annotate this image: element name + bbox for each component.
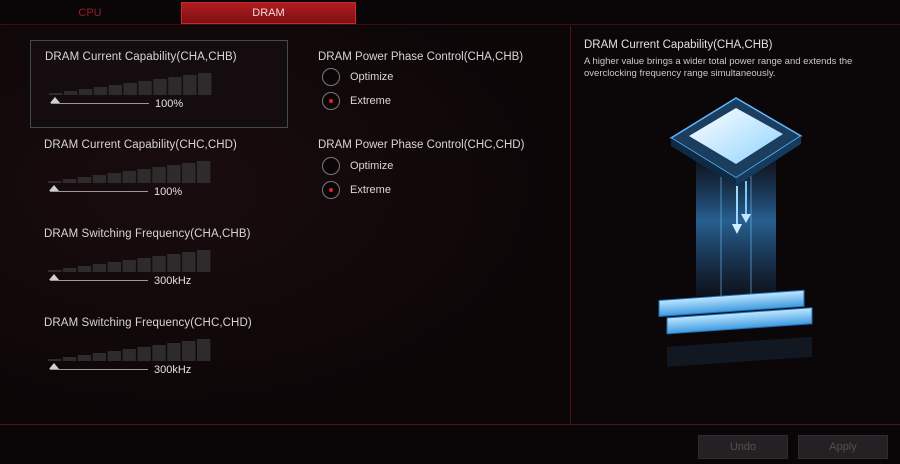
meter-step (48, 359, 62, 361)
slider-thumb-icon[interactable] (49, 185, 59, 191)
setting-title: DRAM Current Capability(CHA,CHB) (45, 51, 237, 63)
meter-step (122, 349, 136, 361)
tab-cpu[interactable]: CPU (0, 2, 180, 24)
slider-value: 300kHz (154, 364, 192, 376)
slider-thumb-icon[interactable] (49, 363, 59, 369)
meter-step (62, 179, 77, 183)
setting-dram-switching-frequency-chab[interactable]: DRAM Switching Frequency(CHA,CHB) 300kHz (30, 218, 288, 306)
meter-step (107, 351, 121, 361)
meter-step (137, 258, 151, 272)
radio-extreme[interactable]: Extreme (322, 181, 391, 199)
meter-step (122, 171, 136, 183)
meter-step (167, 343, 181, 361)
phase-control-chcd: DRAM Power Phase Control(CHC,CHD) Optimi… (318, 139, 558, 209)
slider-track[interactable] (50, 369, 148, 370)
meter-step (92, 264, 107, 272)
meter-step (167, 254, 181, 272)
meter-step (152, 345, 166, 361)
meter-step (93, 87, 108, 95)
radio-button-icon[interactable] (322, 68, 340, 86)
slider-value: 300kHz (154, 275, 192, 287)
level-meter (48, 250, 211, 272)
level-meter (48, 339, 211, 361)
meter-step (167, 165, 181, 183)
radio-label: Optimize (350, 71, 394, 83)
chip-and-ram-illustration (658, 97, 813, 367)
meter-step (63, 91, 78, 95)
setting-dram-switching-frequency-chcd[interactable]: DRAM Switching Frequency(CHC,CHD) 300kHz (30, 307, 288, 395)
tab-bar: CPU DRAM (0, 0, 900, 25)
radio-button-icon[interactable] (322, 157, 340, 175)
slider-track[interactable] (50, 191, 148, 192)
meter-step (107, 262, 121, 272)
radio-button-icon[interactable] (322, 92, 340, 110)
meter-step (182, 163, 196, 183)
meter-step (137, 169, 151, 183)
slider-thumb-icon[interactable] (50, 97, 60, 103)
meter-step (137, 347, 151, 361)
meter-step (198, 73, 212, 95)
phase-control-title: DRAM Power Phase Control(CHA,CHB) (318, 51, 524, 63)
meter-step (62, 357, 77, 361)
meter-step (62, 268, 77, 272)
undo-button[interactable]: Undo (698, 435, 788, 459)
meter-step (92, 175, 107, 183)
meter-step (77, 177, 92, 183)
slider-track[interactable] (51, 103, 149, 104)
radio-optimize[interactable]: Optimize (322, 157, 393, 175)
meter-step (49, 93, 63, 95)
meter-step (107, 173, 121, 183)
radio-button-icon[interactable] (322, 181, 340, 199)
radio-extreme[interactable]: Extreme (322, 92, 391, 110)
radio-optimize[interactable]: Optimize (322, 68, 393, 86)
meter-step (168, 77, 182, 95)
meter-step (197, 339, 211, 361)
radio-label: Optimize (350, 160, 394, 172)
settings-panel: DRAM Current Capability(CHA,CHB) 100% DR… (0, 26, 570, 424)
meter-step (122, 260, 136, 272)
bottom-bar: Undo Apply (0, 424, 900, 464)
meter-step (77, 355, 92, 361)
meter-step (92, 353, 107, 361)
radio-label: Extreme (350, 184, 391, 196)
slider-thumb-icon[interactable] (49, 274, 59, 280)
setting-dram-current-capability-chcd[interactable]: DRAM Current Capability(CHC,CHD) 100% (30, 129, 288, 217)
meter-step (123, 83, 137, 95)
meter-step (197, 161, 211, 183)
meter-step (152, 167, 166, 183)
help-title: DRAM Current Capability(CHA,CHB) (584, 39, 773, 51)
setting-dram-current-capability-chab[interactable]: DRAM Current Capability(CHA,CHB) 100% (30, 40, 288, 128)
meter-step (152, 256, 166, 272)
help-description: A higher value brings a wider total powe… (584, 56, 853, 79)
tab-dram[interactable]: DRAM (181, 2, 356, 24)
meter-step (77, 266, 92, 272)
meter-step (48, 181, 62, 183)
level-meter (49, 73, 212, 95)
setting-title: DRAM Switching Frequency(CHC,CHD) (44, 317, 252, 329)
slider-value: 100% (154, 186, 183, 198)
slider-value: 100% (155, 98, 184, 110)
meter-step (48, 270, 62, 272)
slider-track[interactable] (50, 280, 148, 281)
setting-title: DRAM Current Capability(CHC,CHD) (44, 139, 237, 151)
meter-step (182, 341, 196, 361)
phase-control-chab: DRAM Power Phase Control(CHA,CHB) Optimi… (318, 51, 558, 121)
phase-control-title: DRAM Power Phase Control(CHC,CHD) (318, 139, 525, 151)
level-meter (48, 161, 211, 183)
setting-title: DRAM Switching Frequency(CHA,CHB) (44, 228, 251, 240)
meter-step (78, 89, 93, 95)
meter-step (183, 75, 197, 95)
meter-step (182, 252, 196, 272)
meter-step (108, 85, 122, 95)
meter-step (197, 250, 211, 272)
meter-step (138, 81, 152, 95)
apply-button[interactable]: Apply (798, 435, 888, 459)
help-panel: DRAM Current Capability(CHA,CHB) A highe… (570, 26, 900, 424)
meter-step (153, 79, 167, 95)
radio-label: Extreme (350, 95, 391, 107)
